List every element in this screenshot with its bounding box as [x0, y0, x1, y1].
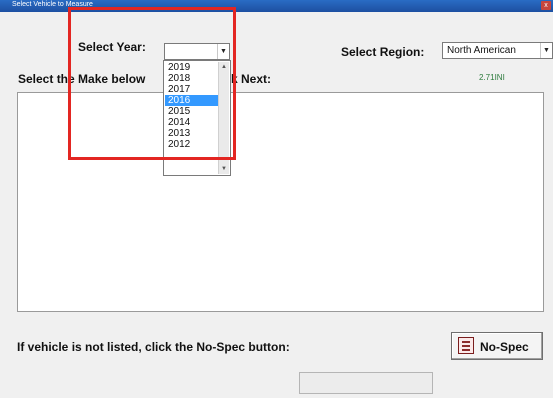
no-spec-button-label: No-Spec	[480, 340, 529, 354]
year-option[interactable]: 2018	[165, 73, 218, 84]
no-spec-button[interactable]: No-Spec	[451, 332, 543, 360]
close-icon[interactable]: x	[541, 1, 551, 10]
version-label: 2.71INI	[479, 73, 505, 82]
scroll-down-icon[interactable]: ▼	[219, 164, 229, 174]
year-option[interactable]: 2017	[165, 84, 218, 95]
scroll-up-icon[interactable]: ▲	[219, 62, 229, 72]
select-year-label: Select Year:	[78, 40, 146, 54]
region-select[interactable]: North American ▼	[442, 42, 553, 59]
year-option[interactable]: 2013	[165, 128, 218, 139]
year-options: 2019 2018 2017 2016 2015 2014 2013 2012	[165, 62, 218, 150]
chevron-down-icon[interactable]: ▼	[540, 43, 552, 58]
title-bar: Select Vehicle to Measure x	[0, 0, 553, 12]
year-option[interactable]: 2019	[165, 62, 218, 73]
document-icon	[458, 337, 474, 354]
select-region-label: Select Region:	[341, 45, 425, 59]
year-select[interactable]: ▼	[164, 43, 230, 60]
select-make-instruction: Select the Make below	[18, 72, 146, 86]
region-select-value: North American	[447, 45, 516, 56]
window-title: Select Vehicle to Measure	[12, 1, 93, 8]
year-option[interactable]: 2016	[165, 95, 218, 106]
chevron-down-icon[interactable]: ▼	[217, 44, 229, 59]
year-option[interactable]: 2015	[165, 106, 218, 117]
year-dropdown-list[interactable]: 2019 2018 2017 2016 2015 2014 2013 2012 ▲ ▼	[163, 60, 231, 176]
make-list[interactable]	[17, 92, 544, 312]
dropdown-scrollbar[interactable]: ▲ ▼	[218, 62, 229, 174]
no-spec-prompt: If vehicle is not listed, click the No-S…	[17, 340, 290, 354]
bottom-button[interactable]	[299, 372, 433, 394]
select-vehicle-window: Select Vehicle to Measure x Select Year:…	[0, 0, 553, 398]
year-option[interactable]: 2012	[165, 139, 218, 150]
year-option[interactable]: 2014	[165, 117, 218, 128]
select-make-instruction-tail: k Next:	[231, 72, 272, 86]
